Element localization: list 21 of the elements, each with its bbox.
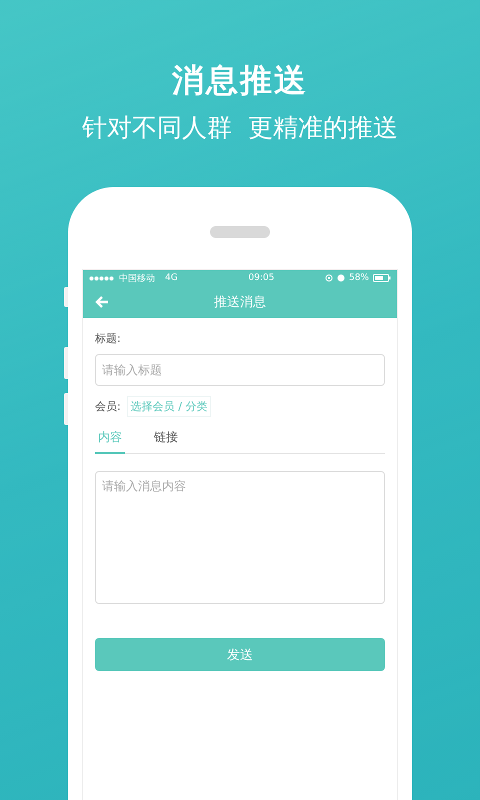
status-time: 09:05 bbox=[247, 273, 274, 283]
battery-icon bbox=[373, 274, 391, 282]
select-member-link[interactable]: 选择会员 / 分类 bbox=[126, 396, 212, 417]
carrier-name: 中国移动 bbox=[119, 272, 155, 284]
title-input[interactable]: 请输入标题 bbox=[95, 354, 385, 386]
title-label: 标题: bbox=[95, 332, 121, 345]
headline: 消息推送 bbox=[172, 60, 308, 101]
content-tab[interactable]: 内容 bbox=[95, 429, 125, 454]
rotation-lock-icon bbox=[324, 274, 333, 282]
signal-icon bbox=[89, 276, 115, 280]
back-arrow-icon[interactable] bbox=[95, 296, 109, 308]
nav-title: 推送消息 bbox=[214, 294, 266, 311]
network-type: 4G bbox=[165, 273, 178, 283]
member-label: 会员: bbox=[95, 399, 121, 414]
alarm-icon bbox=[336, 274, 345, 282]
subheadline: 针对不同人群 更精准的推送 bbox=[82, 112, 398, 144]
phone-speaker bbox=[210, 226, 270, 238]
content-tab[interactable]: 链接 bbox=[151, 429, 181, 454]
battery-percent: 58% bbox=[348, 273, 369, 283]
content-textarea[interactable]: 请输入消息内容 bbox=[95, 471, 385, 604]
send-button[interactable]: 发送 bbox=[95, 638, 385, 671]
